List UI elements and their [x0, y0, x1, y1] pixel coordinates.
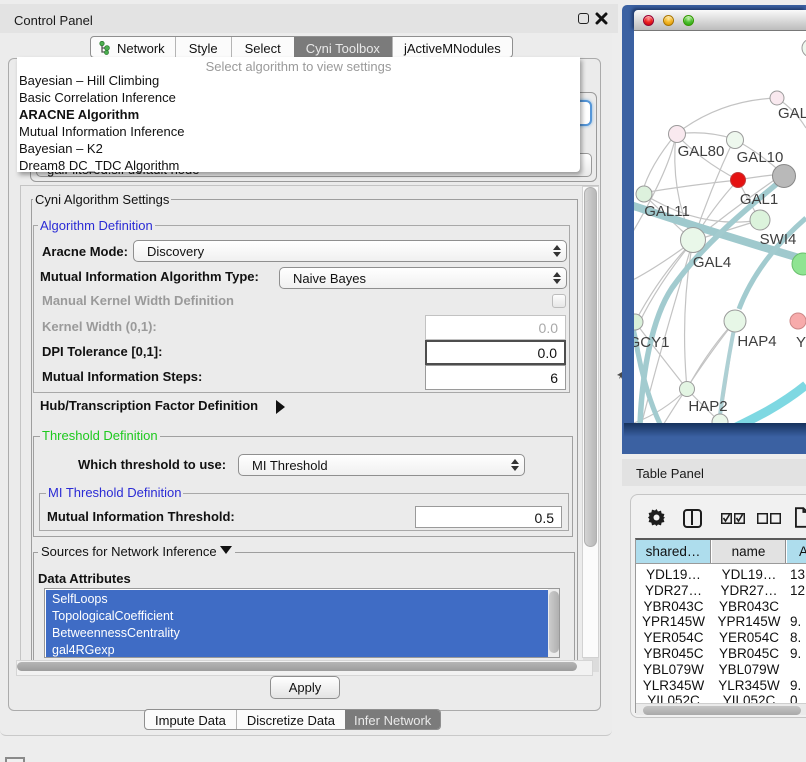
svg-text:HAP4: HAP4	[737, 333, 776, 350]
svg-text:GAL4: GAL4	[693, 254, 731, 271]
svg-text:HAP2: HAP2	[688, 398, 727, 415]
svg-text:YJ: YJ	[796, 334, 806, 351]
svg-text:GCY1: GCY1	[634, 334, 669, 351]
svg-text:GAL10: GAL10	[737, 149, 784, 166]
svg-text:GAL1: GAL1	[740, 191, 778, 208]
svg-text:GAL11: GAL11	[644, 203, 690, 220]
svg-text:GAL80: GAL80	[678, 143, 725, 160]
svg-text:SWI4: SWI4	[760, 231, 797, 248]
svg-text:GAL2: GAL2	[778, 105, 806, 122]
